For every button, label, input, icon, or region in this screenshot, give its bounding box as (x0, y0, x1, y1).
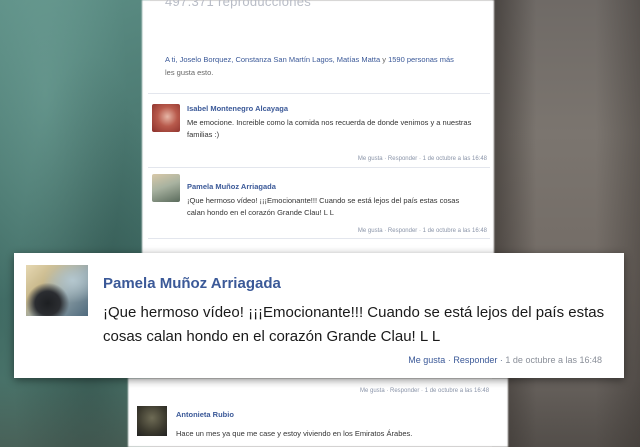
reply-link[interactable]: Responder (453, 355, 497, 365)
likes-summary: A ti, Joselo Borquez, Constanza San Mart… (165, 53, 455, 79)
avatar[interactable] (137, 406, 167, 436)
comment-author[interactable]: Pamela Muñoz Arriagada (103, 275, 281, 292)
comment-text: Hace un mes ya que me case y estoy vivie… (176, 429, 413, 438)
comment-timestamp[interactable]: 1 de octubre a las 16:48 (505, 355, 602, 365)
comment-text: Me emocione. Increible como la comida no… (187, 118, 472, 139)
comment-pamela-small: Pamela Muñoz Arriagada ¡Que hermoso víde… (152, 174, 487, 234)
separator: · (499, 355, 503, 365)
comment-author[interactable]: Antonieta Rubio (176, 410, 234, 419)
divider (148, 238, 490, 239)
avatar[interactable] (26, 265, 88, 316)
divider (148, 167, 490, 168)
separator: · (447, 355, 451, 365)
comment-meta[interactable]: Me gusta · Responder · 1 de octubre a la… (360, 388, 489, 394)
like-link[interactable]: Me gusta (408, 355, 445, 365)
comment-meta[interactable]: Me gusta · Responder · 1 de octubre a la… (358, 156, 487, 162)
likes-names-link[interactable]: A ti, Joselo Borquez, Constanza San Mart… (165, 55, 380, 64)
comment-author[interactable]: Pamela Muñoz Arriagada (187, 182, 276, 191)
likes-suffix: les gusta esto. (165, 68, 214, 77)
comment-meta[interactable]: Me gusta · Responder · 1 de octubre a la… (358, 228, 487, 234)
likes-others-link[interactable]: 1590 personas más (388, 55, 454, 64)
likes-connector: y (382, 55, 386, 64)
comment-isabel: Isabel Montenegro Alcayaga Me emocione. … (152, 104, 487, 164)
avatar[interactable] (152, 174, 180, 202)
comment-text: ¡Que hermoso vídeo! ¡¡¡Emocionante!!! Cu… (103, 304, 605, 345)
avatar[interactable] (152, 104, 180, 132)
highlighted-comment-card: Pamela Muñoz Arriagada ¡Que hermoso víde… (14, 253, 624, 378)
comment-text: ¡Que hermoso vídeo! ¡¡¡Emocionante!!! Cu… (187, 196, 460, 217)
video-plays-count: 497.371 reproducciones (165, 0, 312, 9)
comment-author[interactable]: Isabel Montenegro Alcayaga (187, 104, 288, 113)
divider (148, 93, 490, 94)
comment-actions: Me gusta · Responder · 1 de octubre a la… (408, 355, 602, 365)
